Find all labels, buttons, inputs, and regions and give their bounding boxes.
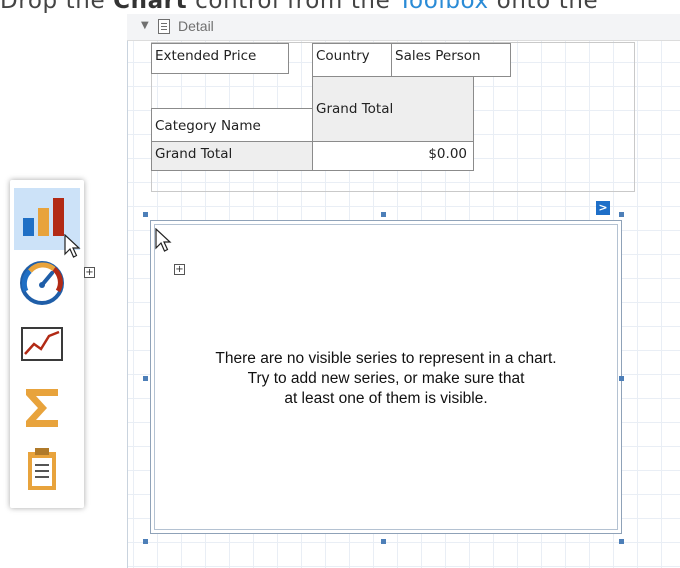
toolbox-panel	[10, 180, 84, 508]
resize-handle-top-right[interactable]	[619, 212, 624, 217]
toolbox-item-sparkline[interactable]	[14, 314, 80, 376]
resize-handle-bottom-left[interactable]	[143, 539, 148, 544]
drag-cursor-icon	[155, 227, 173, 258]
chart-empty-message-line2: Try to add new series, or make sure that	[247, 370, 525, 387]
copy-plus-icon: +	[174, 264, 185, 275]
instruction-prefix: Drop the	[0, 0, 114, 14]
chart-control[interactable]: There are no visible series to represent…	[150, 220, 622, 534]
chart-empty-message-line1: There are no visible series to represent…	[215, 350, 557, 367]
resize-handle-top-center[interactable]	[381, 212, 386, 217]
chart-empty-message-line3: at least one of them is visible.	[284, 390, 488, 407]
pivot-row-grand-total[interactable]: Grand Total	[151, 141, 313, 171]
clipboard-icon	[28, 448, 56, 490]
pivot-row-field-category[interactable]: Category Name	[151, 108, 313, 142]
pivot-column-field-country[interactable]: Country	[312, 43, 392, 77]
chart-plot-area: There are no visible series to represent…	[154, 224, 618, 530]
band-icon	[158, 19, 170, 34]
resize-handle-bottom-center[interactable]	[381, 539, 386, 544]
resize-handle-middle-right[interactable]	[619, 376, 624, 381]
sparkline-icon	[21, 327, 63, 361]
chart-empty-message: There are no visible series to represent…	[155, 349, 617, 409]
resize-handle-middle-left[interactable]	[143, 376, 148, 381]
instruction-suffix: onto the	[488, 0, 599, 14]
resize-handle-bottom-right[interactable]	[619, 539, 624, 544]
smart-tag-button[interactable]: >	[596, 201, 610, 215]
pivot-value-cell[interactable]: $0.00	[312, 141, 474, 171]
summary-sigma-icon	[26, 389, 58, 427]
detail-band-header[interactable]: ▼ Detail	[127, 14, 680, 41]
toolbox-copy-plus-icon: +	[84, 267, 95, 278]
instruction-text: Drop the Chart control from the Toolbox …	[0, 0, 680, 14]
resize-handle-top-left[interactable]	[143, 212, 148, 217]
pivot-data-field[interactable]: Extended Price	[151, 43, 289, 74]
band-label: Detail	[178, 18, 214, 34]
collapse-chevron-icon[interactable]: ▼	[141, 20, 149, 31]
toolbox-item-summary[interactable]	[14, 377, 80, 439]
instruction-control-name: Chart	[113, 0, 188, 14]
toolbox-link[interactable]: Toolbox	[398, 0, 488, 14]
pivot-column-field-sales-person[interactable]: Sales Person	[391, 43, 511, 77]
pivot-column-grand-total[interactable]: Grand Total	[312, 76, 474, 142]
toolbox-drag-cursor-icon	[64, 233, 82, 264]
toolbox-item-clipboard[interactable]	[14, 440, 80, 502]
instruction-middle: control from the	[187, 0, 399, 14]
